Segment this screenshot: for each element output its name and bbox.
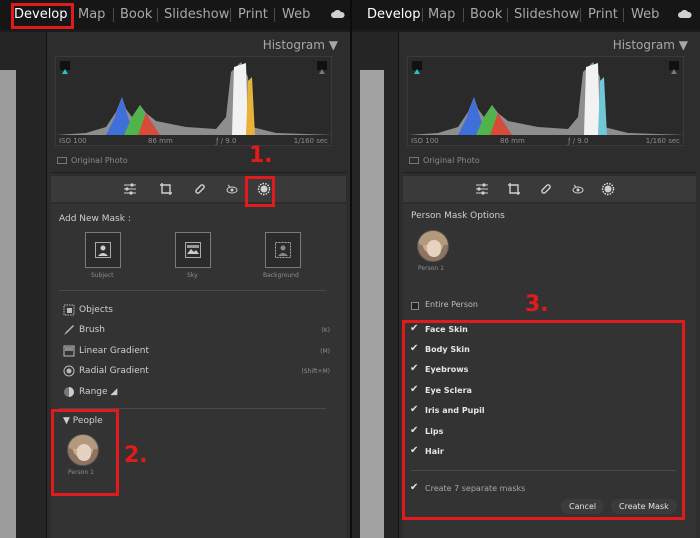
sky-button[interactable] xyxy=(175,232,211,268)
subject-button[interactable] xyxy=(85,232,121,268)
left-screenshot: Develop Map Book Slideshow Print Web His… xyxy=(0,0,350,538)
annotation-number-2: 2. xyxy=(124,443,148,468)
photo-preview xyxy=(360,70,384,538)
module-separator xyxy=(580,8,581,22)
histogram-title[interactable]: Histogram ▼ xyxy=(263,38,338,52)
objects-icon xyxy=(63,304,75,316)
add-new-mask-label: Add New Mask : xyxy=(59,214,131,224)
aperture-readout: ƒ / 9.0 xyxy=(216,137,237,145)
module-print[interactable]: Print xyxy=(238,7,268,22)
aperture-readout: ƒ / 9.0 xyxy=(568,137,589,145)
annotation-number-3: 3. xyxy=(525,292,549,317)
healing-icon[interactable] xyxy=(539,182,553,196)
module-develop[interactable]: Develop xyxy=(367,7,421,22)
red-eye-icon[interactable] xyxy=(225,182,239,196)
module-book[interactable]: Book xyxy=(120,7,152,22)
annotation-box-develop xyxy=(11,3,74,29)
histogram-title[interactable]: Histogram ▼ xyxy=(613,38,688,52)
tool-strip xyxy=(403,176,696,202)
shutter-readout: 1/160 sec xyxy=(645,137,680,145)
histogram: ISO 100 86 mm ƒ / 9.0 1/160 sec xyxy=(55,56,333,146)
module-web[interactable]: Web xyxy=(631,7,659,22)
module-separator xyxy=(274,8,275,22)
module-book[interactable]: Book xyxy=(470,7,502,22)
cloud-icon[interactable] xyxy=(331,10,345,18)
healing-icon[interactable] xyxy=(193,182,207,196)
entire-person-label: Entire Person xyxy=(425,300,478,309)
annotation-box-masking xyxy=(245,176,275,207)
iso-readout: ISO 100 xyxy=(59,137,87,145)
right-screenshot: Develop Map Book Slideshow Print Web His… xyxy=(352,0,700,538)
module-map[interactable]: Map xyxy=(428,7,455,22)
histogram-graph xyxy=(408,62,685,135)
focal-readout: 86 mm xyxy=(148,137,173,145)
linear-gradient-icon xyxy=(63,345,75,357)
person-mask-options-title: Person Mask Options xyxy=(411,211,505,221)
person-label: Person 1 xyxy=(418,265,444,272)
module-print[interactable]: Print xyxy=(588,7,618,22)
crop-icon[interactable] xyxy=(507,182,521,196)
module-separator xyxy=(507,8,508,22)
module-separator xyxy=(113,8,114,22)
red-eye-icon[interactable] xyxy=(571,182,585,196)
module-separator xyxy=(623,8,624,22)
module-map[interactable]: Map xyxy=(78,7,105,22)
separator xyxy=(51,172,346,173)
module-separator xyxy=(422,8,423,22)
histogram-graph xyxy=(56,62,333,135)
separator xyxy=(403,172,696,173)
brush-shortcut: (K) xyxy=(321,327,330,334)
module-separator xyxy=(463,8,464,22)
module-web[interactable]: Web xyxy=(282,7,310,22)
annotation-number-1: 1. xyxy=(249,143,273,168)
original-photo-toggle[interactable]: Original Photo xyxy=(409,156,480,165)
background-label: Background xyxy=(263,272,299,279)
original-photo-icon xyxy=(57,157,67,164)
masking-icon[interactable] xyxy=(601,182,615,196)
subject-label: Subject xyxy=(91,272,114,279)
person-avatar[interactable] xyxy=(417,230,449,262)
iso-readout: ISO 100 xyxy=(411,137,439,145)
annotation-box-options xyxy=(402,320,685,520)
annotation-box-people xyxy=(51,409,119,496)
separator xyxy=(59,290,326,291)
sky-label: Sky xyxy=(187,272,198,279)
module-separator xyxy=(157,8,158,22)
linear-gradient-tool[interactable]: Linear Gradient xyxy=(79,346,149,356)
tool-strip xyxy=(51,176,346,202)
cloud-icon[interactable] xyxy=(678,10,692,18)
sky-icon xyxy=(185,242,201,258)
radial-gradient-icon xyxy=(63,365,75,377)
entire-person-checkbox[interactable] xyxy=(411,302,419,310)
original-photo-icon xyxy=(409,157,419,164)
range-icon xyxy=(64,387,74,397)
module-slideshow[interactable]: Slideshow xyxy=(164,7,229,22)
brush-icon xyxy=(64,325,74,335)
background-button[interactable] xyxy=(265,232,301,268)
module-separator xyxy=(230,8,231,22)
radial-gradient-tool[interactable]: Radial Gradient xyxy=(79,366,149,376)
module-slideshow[interactable]: Slideshow xyxy=(514,7,579,22)
photo-preview xyxy=(0,70,16,538)
edit-sliders-icon[interactable] xyxy=(123,182,137,196)
objects-tool[interactable]: Objects xyxy=(79,305,113,315)
brush-tool[interactable]: Brush xyxy=(79,325,105,335)
edit-sliders-icon[interactable] xyxy=(475,182,489,196)
module-picker: Develop Map Book Slideshow Print Web xyxy=(352,0,700,30)
original-photo-toggle[interactable]: Original Photo xyxy=(57,156,128,165)
focal-readout: 86 mm xyxy=(500,137,525,145)
linear-gradient-shortcut: (M) xyxy=(320,348,330,355)
crop-icon[interactable] xyxy=(159,182,173,196)
background-icon xyxy=(275,242,291,258)
radial-gradient-shortcut: (Shift+M) xyxy=(301,368,330,375)
histogram: ISO 100 86 mm ƒ / 9.0 1/160 sec xyxy=(407,56,685,146)
subject-icon xyxy=(95,242,111,258)
range-tool[interactable]: Range ◢ xyxy=(79,387,117,397)
shutter-readout: 1/160 sec xyxy=(293,137,328,145)
